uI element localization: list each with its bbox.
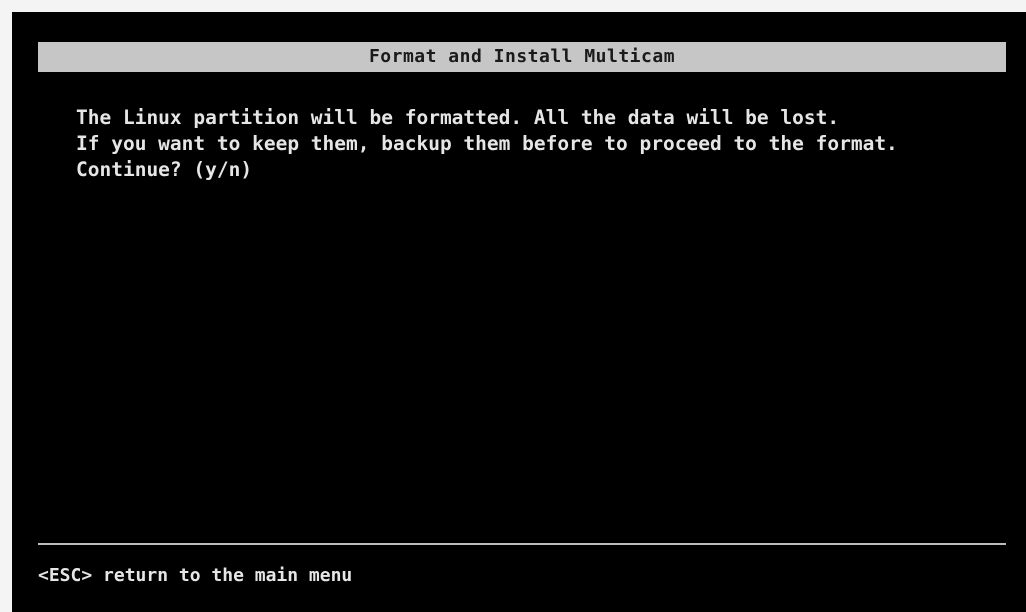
dialog-title: Format and Install Multicam — [38, 42, 1006, 72]
terminal-screen: Format and Install Multicam The Linux pa… — [12, 12, 1026, 612]
message-line: The Linux partition will be formatted. A… — [76, 106, 840, 129]
message-line: If you want to keep them, backup them be… — [76, 132, 898, 155]
confirmation-message: The Linux partition will be formatted. A… — [76, 105, 1016, 183]
footer-divider — [38, 543, 1006, 545]
continue-prompt[interactable]: Continue? (y/n) — [76, 157, 1016, 183]
esc-return-hint[interactable]: <ESC> return to the main menu — [38, 563, 352, 589]
